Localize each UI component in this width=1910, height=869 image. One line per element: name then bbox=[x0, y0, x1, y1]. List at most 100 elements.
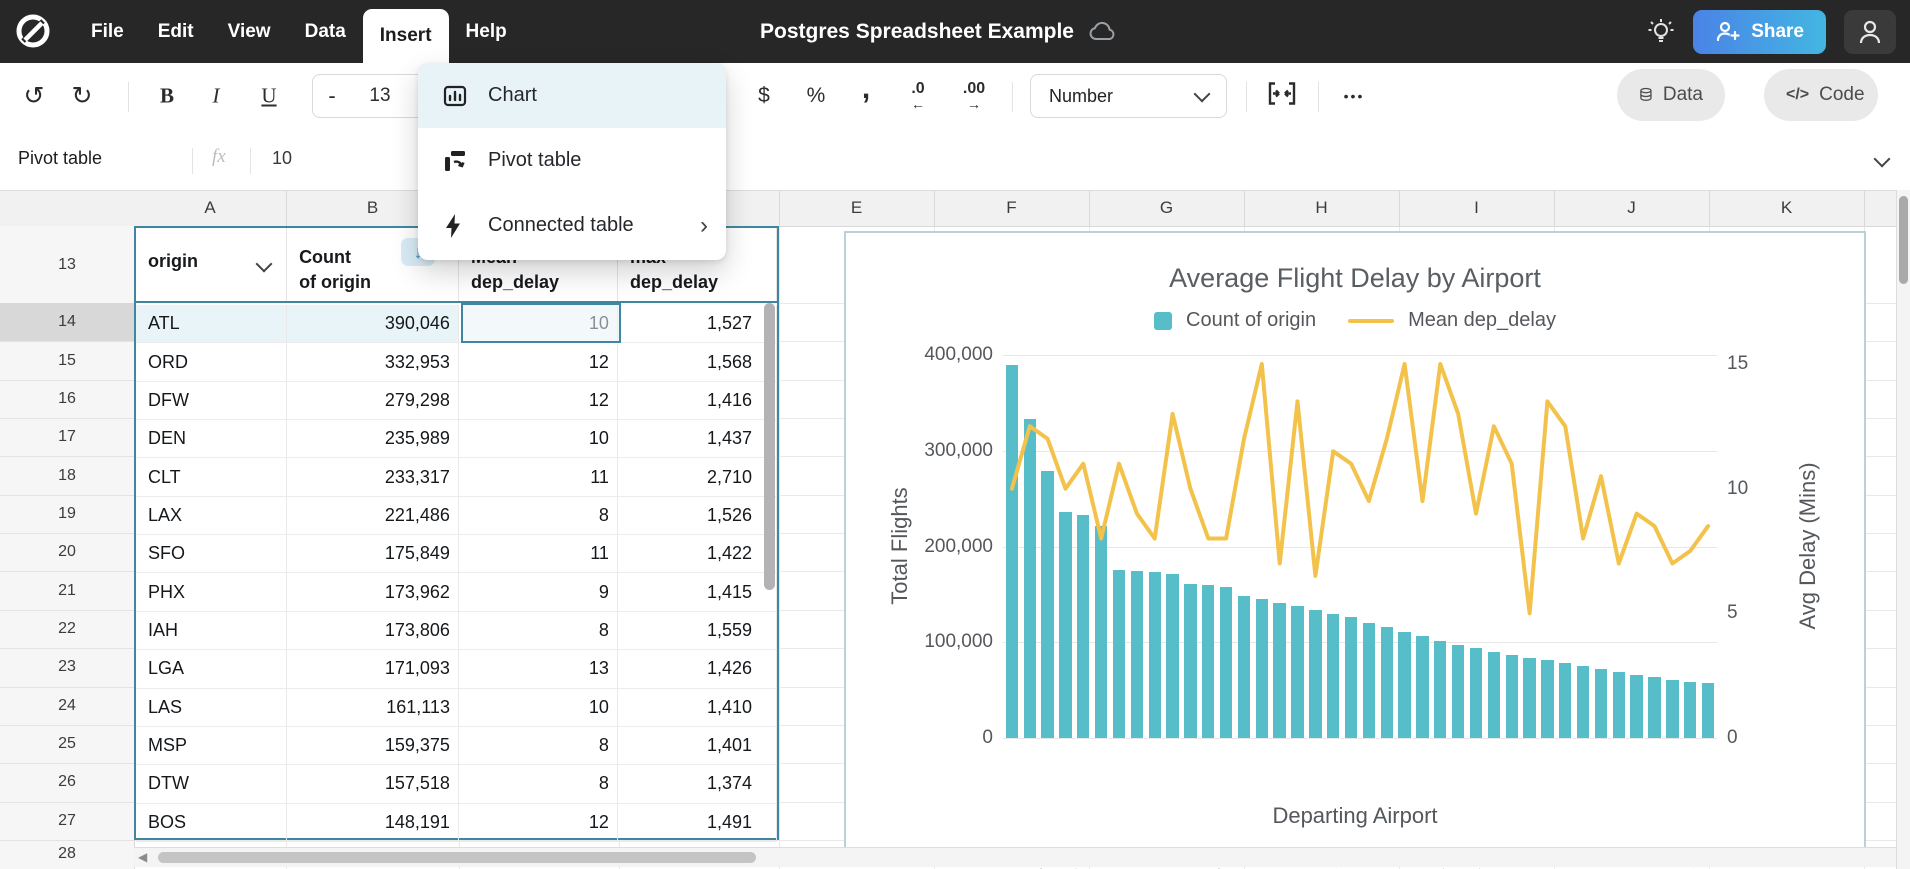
cell-C16[interactable]: 12 bbox=[459, 382, 618, 419]
pivot-table[interactable]: originCountof origin↓Meandep_delaymaxdep… bbox=[134, 226, 779, 840]
vertical-scrollbar[interactable] bbox=[1896, 190, 1910, 869]
cell-B21[interactable]: 173,962 bbox=[287, 573, 459, 610]
row-header-21[interactable]: 21 bbox=[0, 571, 134, 610]
more-options-button[interactable]: ••• bbox=[1344, 88, 1365, 104]
menu-data[interactable]: Data bbox=[288, 0, 363, 63]
increase-decimal-button[interactable]: .00 → bbox=[963, 81, 985, 111]
cell-B14[interactable]: 390,046 bbox=[287, 305, 459, 342]
row-header-24[interactable]: 24 bbox=[0, 687, 134, 726]
menu-file[interactable]: File bbox=[74, 0, 141, 63]
number-format-select[interactable]: Number bbox=[1030, 74, 1227, 118]
column-header-G[interactable]: G bbox=[1089, 190, 1245, 226]
app-logo[interactable] bbox=[13, 11, 53, 51]
percent-format-button[interactable]: % bbox=[807, 84, 826, 108]
theme-toggle-icon[interactable] bbox=[1647, 17, 1675, 47]
menu-insert[interactable]: Insert bbox=[363, 9, 449, 63]
cell-B24[interactable]: 161,113 bbox=[287, 689, 459, 726]
cell-A15[interactable]: ORD bbox=[136, 343, 287, 380]
font-size-decrease-button[interactable]: - bbox=[328, 83, 335, 109]
column-header-K[interactable]: K bbox=[1709, 190, 1865, 226]
row-header-20[interactable]: 20 bbox=[0, 533, 134, 572]
cell-D17[interactable]: 1,437 bbox=[618, 420, 777, 457]
selected-cell-outline[interactable] bbox=[461, 303, 621, 343]
menu-help[interactable]: Help bbox=[449, 0, 524, 63]
cell-C21[interactable]: 9 bbox=[459, 573, 618, 610]
cell-D21[interactable]: 1,415 bbox=[618, 573, 777, 610]
cell-B20[interactable]: 175,849 bbox=[287, 535, 459, 572]
column-header-I[interactable]: I bbox=[1399, 190, 1555, 226]
row-header-17[interactable]: 17 bbox=[0, 418, 134, 457]
cell-C24[interactable]: 10 bbox=[459, 689, 618, 726]
horizontal-scrollbar[interactable]: ◀ bbox=[134, 847, 1896, 867]
cell-D27[interactable]: 1,491 bbox=[618, 804, 777, 841]
cell-D22[interactable]: 1,559 bbox=[618, 612, 777, 649]
formula-bar-expand-chevron-icon[interactable] bbox=[1874, 151, 1891, 168]
cell-B16[interactable]: 279,298 bbox=[287, 382, 459, 419]
font-size-value[interactable]: 13 bbox=[369, 85, 390, 107]
cell-D18[interactable]: 2,710 bbox=[618, 458, 777, 495]
cell-A18[interactable]: CLT bbox=[136, 458, 287, 495]
cell-C20[interactable]: 11 bbox=[459, 535, 618, 572]
redo-button[interactable]: ↻ bbox=[72, 81, 93, 111]
pivot-table-scrollbar[interactable] bbox=[764, 303, 775, 590]
row-header-16[interactable]: 16 bbox=[0, 380, 134, 419]
cell-C19[interactable]: 8 bbox=[459, 497, 618, 534]
cell-A26[interactable]: DTW bbox=[136, 765, 287, 802]
cell-C15[interactable]: 12 bbox=[459, 343, 618, 380]
column-header-J[interactable]: J bbox=[1554, 190, 1710, 226]
cell-D19[interactable]: 1,526 bbox=[618, 497, 777, 534]
menu-view[interactable]: View bbox=[211, 0, 288, 63]
cell-D15[interactable]: 1,568 bbox=[618, 343, 777, 380]
cell-A19[interactable]: LAX bbox=[136, 497, 287, 534]
column-header-H[interactable]: H bbox=[1244, 190, 1400, 226]
column-header-F[interactable]: F bbox=[934, 190, 1090, 226]
cell-B22[interactable]: 173,806 bbox=[287, 612, 459, 649]
cell-B15[interactable]: 332,953 bbox=[287, 343, 459, 380]
cell-D20[interactable]: 1,422 bbox=[618, 535, 777, 572]
document-title[interactable]: Postgres Spreadsheet Example bbox=[760, 20, 1074, 44]
cell-D16[interactable]: 1,416 bbox=[618, 382, 777, 419]
cell-A16[interactable]: DFW bbox=[136, 382, 287, 419]
italic-button[interactable]: I bbox=[213, 84, 220, 109]
row-header-15[interactable]: 15 bbox=[0, 341, 134, 380]
cell-B25[interactable]: 159,375 bbox=[287, 727, 459, 764]
cell-A17[interactable]: DEN bbox=[136, 420, 287, 457]
cell-C22[interactable]: 8 bbox=[459, 612, 618, 649]
cell-A25[interactable]: MSP bbox=[136, 727, 287, 764]
fit-columns-button[interactable] bbox=[1266, 81, 1298, 112]
cell-A14[interactable]: ATL bbox=[136, 305, 287, 342]
menu-item-connected-table[interactable]: Connected table› bbox=[418, 193, 726, 258]
cell-C26[interactable]: 8 bbox=[459, 765, 618, 802]
row-header-13[interactable]: 13 bbox=[0, 226, 134, 304]
share-button[interactable]: Share bbox=[1693, 10, 1826, 54]
cell-B26[interactable]: 157,518 bbox=[287, 765, 459, 802]
cell-A24[interactable]: LAS bbox=[136, 689, 287, 726]
cell-reference[interactable]: Pivot table bbox=[18, 148, 102, 169]
data-panel-button[interactable]: Data bbox=[1617, 69, 1725, 121]
underline-button[interactable]: U bbox=[261, 84, 276, 109]
cell-C27[interactable]: 12 bbox=[459, 804, 618, 841]
menu-edit[interactable]: Edit bbox=[141, 0, 211, 63]
cell-D26[interactable]: 1,374 bbox=[618, 765, 777, 802]
code-panel-button[interactable]: </> Code bbox=[1764, 69, 1878, 121]
pivot-header-origin[interactable]: origin bbox=[136, 228, 287, 301]
menu-item-pivot-table[interactable]: Pivot table bbox=[418, 128, 726, 193]
cell-D14[interactable]: 1,527 bbox=[618, 305, 777, 342]
cell-C17[interactable]: 10 bbox=[459, 420, 618, 457]
avatar[interactable] bbox=[1844, 10, 1896, 54]
column-header-E[interactable]: E bbox=[779, 190, 935, 226]
cell-B27[interactable]: 148,191 bbox=[287, 804, 459, 841]
cell-C23[interactable]: 13 bbox=[459, 650, 618, 687]
cell-B19[interactable]: 221,486 bbox=[287, 497, 459, 534]
row-header-28[interactable]: 28 bbox=[0, 840, 134, 869]
cell-C18[interactable]: 11 bbox=[459, 458, 618, 495]
cell-A21[interactable]: PHX bbox=[136, 573, 287, 610]
cell-A27[interactable]: BOS bbox=[136, 804, 287, 841]
cell-A23[interactable]: LGA bbox=[136, 650, 287, 687]
cell-A22[interactable]: IAH bbox=[136, 612, 287, 649]
row-header-14[interactable]: 14 bbox=[0, 303, 134, 342]
vertical-scrollbar-thumb[interactable] bbox=[1899, 196, 1908, 284]
cell-D24[interactable]: 1,410 bbox=[618, 689, 777, 726]
row-header-25[interactable]: 25 bbox=[0, 725, 134, 764]
scroll-left-arrow-icon[interactable]: ◀ bbox=[138, 850, 147, 864]
